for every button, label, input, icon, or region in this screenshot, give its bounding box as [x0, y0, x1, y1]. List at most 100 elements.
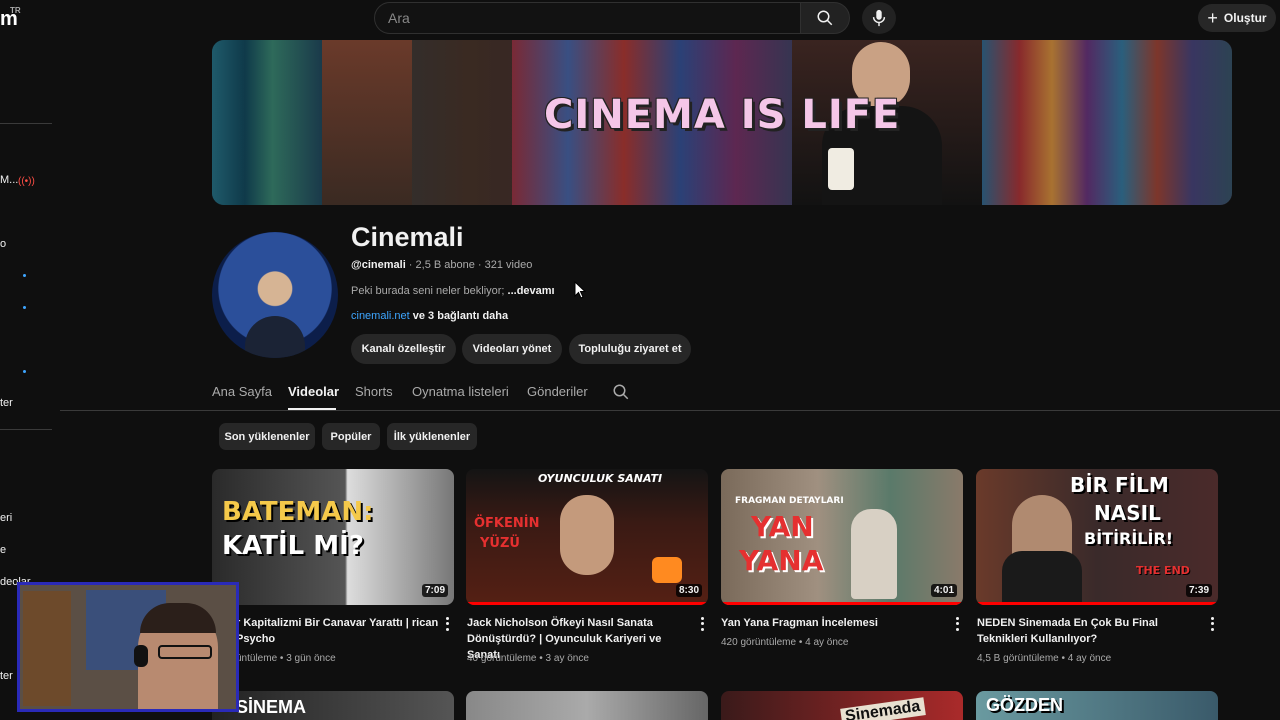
sidebar-divider	[0, 429, 52, 430]
chip-latest[interactable]: Son yüklenenler	[219, 423, 315, 450]
channel-search-icon[interactable]	[612, 383, 630, 406]
channel-handle: @cinemali	[351, 259, 406, 271]
video-title[interactable]: r Kapitalizmi Bir Canavar Yarattı | rica…	[236, 615, 461, 647]
tab-posts[interactable]: Gönderiler	[527, 384, 588, 399]
more-options-icon[interactable]	[952, 616, 962, 632]
video-meta: 420 görüntüleme • 4 ay önce	[721, 637, 849, 648]
new-content-dot	[23, 306, 26, 309]
chip-oldest[interactable]: İlk yüklenenler	[387, 423, 477, 450]
new-content-dot	[23, 370, 26, 373]
webcam-bookshelf	[23, 591, 71, 706]
banner-shelf	[982, 40, 1232, 205]
tabs-divider	[60, 410, 1280, 411]
video-title[interactable]: NEDEN Sinemada En Çok Bu Final Teknikler…	[977, 615, 1202, 647]
tab-home[interactable]: Ana Sayfa	[212, 384, 272, 399]
plus-icon: +	[1207, 8, 1218, 28]
video-thumbnail[interactable]: BATEMAN: KATİL Mİ? 7:09	[212, 469, 454, 605]
channel-stats: · 2,5 B abone · 321 video	[405, 259, 533, 271]
thumbnail-person-body	[1002, 551, 1082, 605]
visit-community-button[interactable]: Topluluğu ziyaret et	[569, 334, 691, 364]
video-thumbnail[interactable]: FRAGMAN DETAYLARI YAN YANA 4:01	[721, 469, 963, 605]
thumbnail-text: KATİL Mİ?	[222, 531, 364, 561]
watch-progress	[466, 602, 708, 605]
region-label: TR	[10, 6, 21, 15]
microphone-icon	[872, 9, 886, 27]
chip-popular[interactable]: Popüler	[322, 423, 380, 450]
manage-videos-button[interactable]: Videoları yönet	[462, 334, 562, 364]
video-thumbnail[interactable]: GÖZDEN	[976, 691, 1218, 720]
thumbnail-text: YANA	[739, 544, 824, 577]
tab-shorts[interactable]: Shorts	[355, 384, 393, 399]
sidebar-item-subscription[interactable]: M...	[0, 174, 18, 186]
thumbnail-fire	[652, 557, 682, 583]
channel-meta: @cinemali · 2,5 B abone · 321 video	[351, 259, 532, 271]
channel-name: Cinemali	[351, 222, 464, 252]
more-links[interactable]: ve 3 bağlantı daha	[410, 310, 508, 322]
thumbnail-text: BİTİRİLİR!	[1084, 529, 1174, 548]
channel-banner: CINEMA IS LIFE	[212, 40, 1232, 205]
youtube-logo-fragment[interactable]: m TR	[0, 6, 21, 31]
tab-playlists[interactable]: Oynatma listeleri	[412, 384, 509, 399]
thumbnail-text: ÖFKENİN	[474, 516, 540, 531]
video-thumbnail[interactable]	[466, 691, 708, 720]
more-options-icon[interactable]	[442, 616, 452, 632]
video-meta: 4,5 B görüntüleme • 4 ay önce	[977, 653, 1112, 664]
thumbnail-text: BİR FİLM	[1070, 473, 1169, 497]
channel-description[interactable]: Peki burada seni neler bekliyor; ...deva…	[351, 285, 555, 297]
video-duration: 7:39	[1185, 584, 1212, 597]
mouse-cursor-icon	[574, 280, 587, 304]
sidebar-item-history[interactable]: eri	[0, 512, 12, 524]
channel-avatar[interactable]	[212, 232, 338, 358]
banner-shelf	[212, 40, 322, 205]
description-text: Peki burada seni neler bekliyor;	[351, 285, 508, 297]
search-button[interactable]	[800, 2, 850, 34]
thumbnail-text: OYUNCULUK SANATI	[538, 472, 663, 485]
thumbnail-text: YÜZÜ	[480, 536, 520, 551]
sidebar-item-subscription[interactable]: o	[0, 238, 6, 250]
tab-videos[interactable]: Videolar	[288, 384, 339, 399]
more-options-icon[interactable]	[697, 616, 707, 632]
avatar-body	[245, 316, 305, 358]
video-thumbnail[interactable]: BİR FİLM NASIL BİTİRİLİR! THE END 7:39	[976, 469, 1218, 605]
sidebar-divider	[0, 123, 52, 124]
thumbnail-text: THE END	[1136, 564, 1190, 577]
thumbnail-text: FRAGMAN DETAYLARI	[735, 496, 844, 506]
video-thumbnail[interactable]: OYUNCULUK SANATI ÖFKENİN YÜZÜ 8:30	[466, 469, 708, 605]
video-thumbnail[interactable]: Sinemada	[721, 691, 963, 720]
search-box[interactable]	[374, 2, 802, 34]
new-content-dot	[23, 274, 26, 277]
video-meta: üntüleme • 3 gün önce	[236, 653, 336, 664]
thumbnail-text: GÖZDEN	[986, 695, 1064, 715]
more-options-icon[interactable]	[1207, 616, 1217, 632]
thumbnail-face	[560, 495, 614, 575]
watch-progress	[721, 602, 963, 605]
channel-links[interactable]: cinemali.net ve 3 bağlantı daha	[351, 310, 508, 322]
watch-progress	[976, 602, 1218, 605]
live-icon: ((•))	[18, 176, 35, 187]
video-duration: 7:09	[421, 584, 448, 597]
video-thumbnail[interactable]: SİNEMA	[212, 691, 454, 720]
video-meta: 40 görüntüleme • 3 ay önce	[467, 653, 589, 664]
thumbnail-text: SİNEMA	[236, 697, 307, 717]
thumbnail-text: Sinemada	[840, 697, 926, 720]
create-button[interactable]: + Oluştur	[1198, 4, 1276, 32]
sidebar-item[interactable]: ter	[0, 670, 13, 682]
webcam-overlay	[17, 582, 239, 712]
create-label: Oluştur	[1223, 11, 1267, 25]
video-title[interactable]: Yan Yana Fragman İncelemesi	[721, 615, 946, 631]
voice-search-button[interactable]	[862, 2, 896, 34]
customize-channel-button[interactable]: Kanalı özelleştir	[351, 334, 456, 364]
sidebar-item[interactable]: e	[0, 544, 6, 556]
more-link[interactable]: ...devamı	[508, 285, 555, 297]
channel-link[interactable]: cinemali.net	[351, 310, 410, 322]
headset-icon	[134, 645, 148, 667]
banner-hand	[322, 40, 412, 205]
thumbnail-text: BATEMAN:	[222, 497, 374, 527]
thumbnail-text: NASIL	[1094, 501, 1161, 525]
video-duration: 4:01	[930, 584, 957, 597]
search-input[interactable]	[388, 10, 801, 26]
sidebar-item-more[interactable]: ter	[0, 397, 13, 409]
video-duration: 8:30	[675, 584, 702, 597]
search-icon	[817, 10, 833, 26]
thumbnail-text: YAN	[751, 510, 814, 543]
